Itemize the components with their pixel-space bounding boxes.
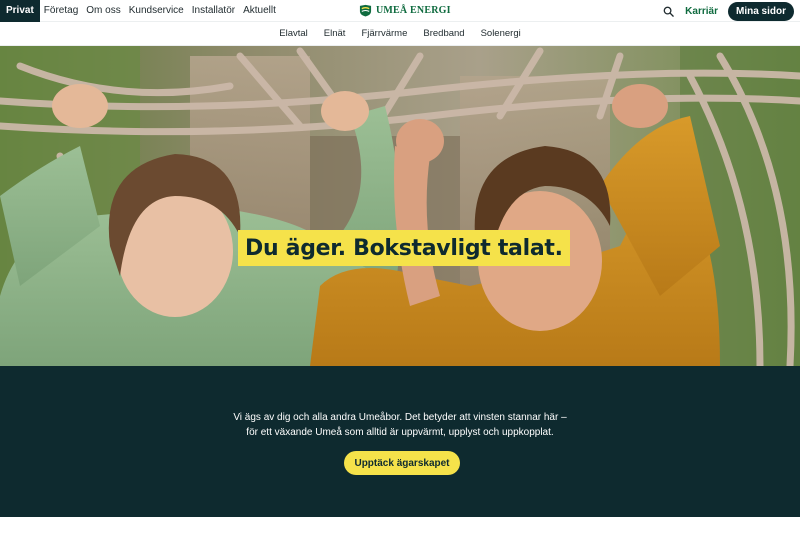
subnav-solenergi[interactable]: Solenergi [481,28,521,39]
subnav-fjarrvarme[interactable]: Fjärrvärme [361,28,407,39]
page-bottom-edge [0,517,800,534]
ownership-text-line-1: Vi ägs av dig och alla andra Umeåbor. De… [233,412,567,423]
careers-link[interactable]: Karriär [685,6,718,17]
sub-navigation: Elavtal Elnät Fjärrvärme Bredband Solene… [0,22,800,46]
hero-banner: Du äger. Bokstavligt talat. [0,46,800,366]
subnav-elnat[interactable]: Elnät [324,28,346,39]
brand-logo-link[interactable]: UMEÅ ENERGI [359,3,451,18]
search-button[interactable] [661,4,675,18]
brand-name: UMEÅ ENERGI [376,5,451,16]
segment-om-oss[interactable]: Om oss [82,0,124,22]
ownership-section: Vi ägs av dig och alla andra Umeåbor. De… [0,366,800,517]
page: Privat Företag Om oss Kundservice Instal… [0,0,800,534]
brand-logo-mark-icon [359,4,372,17]
discover-ownership-button[interactable]: Upptäck ägarskapet [344,451,460,475]
header-tools: Karriär Mina sidor [661,0,794,22]
subnav-elavtal[interactable]: Elavtal [279,28,308,39]
search-icon [663,6,674,17]
hero-image [0,46,800,366]
my-pages-button[interactable]: Mina sidor [727,1,794,21]
ownership-text-line-2: för ett växande Umeå som alltid är uppvä… [246,427,554,438]
segment-installator[interactable]: Installatör [188,0,239,22]
subnav-bredband[interactable]: Bredband [423,28,464,39]
hero-headline: Du äger. Bokstavligt talat. [238,230,570,266]
segment-kundservice[interactable]: Kundservice [125,0,188,22]
segment-navigation: Privat Företag Om oss Kundservice Instal… [0,0,280,22]
segment-aktuellt[interactable]: Aktuellt [239,0,280,22]
top-navigation: Privat Företag Om oss Kundservice Instal… [0,0,800,22]
hero-headline-text: Du äger. Bokstavligt talat. [245,235,563,261]
segment-foretag[interactable]: Företag [40,0,82,22]
segment-privat[interactable]: Privat [0,0,40,22]
ownership-text: Vi ägs av dig och alla andra Umeåbor. De… [0,410,800,440]
